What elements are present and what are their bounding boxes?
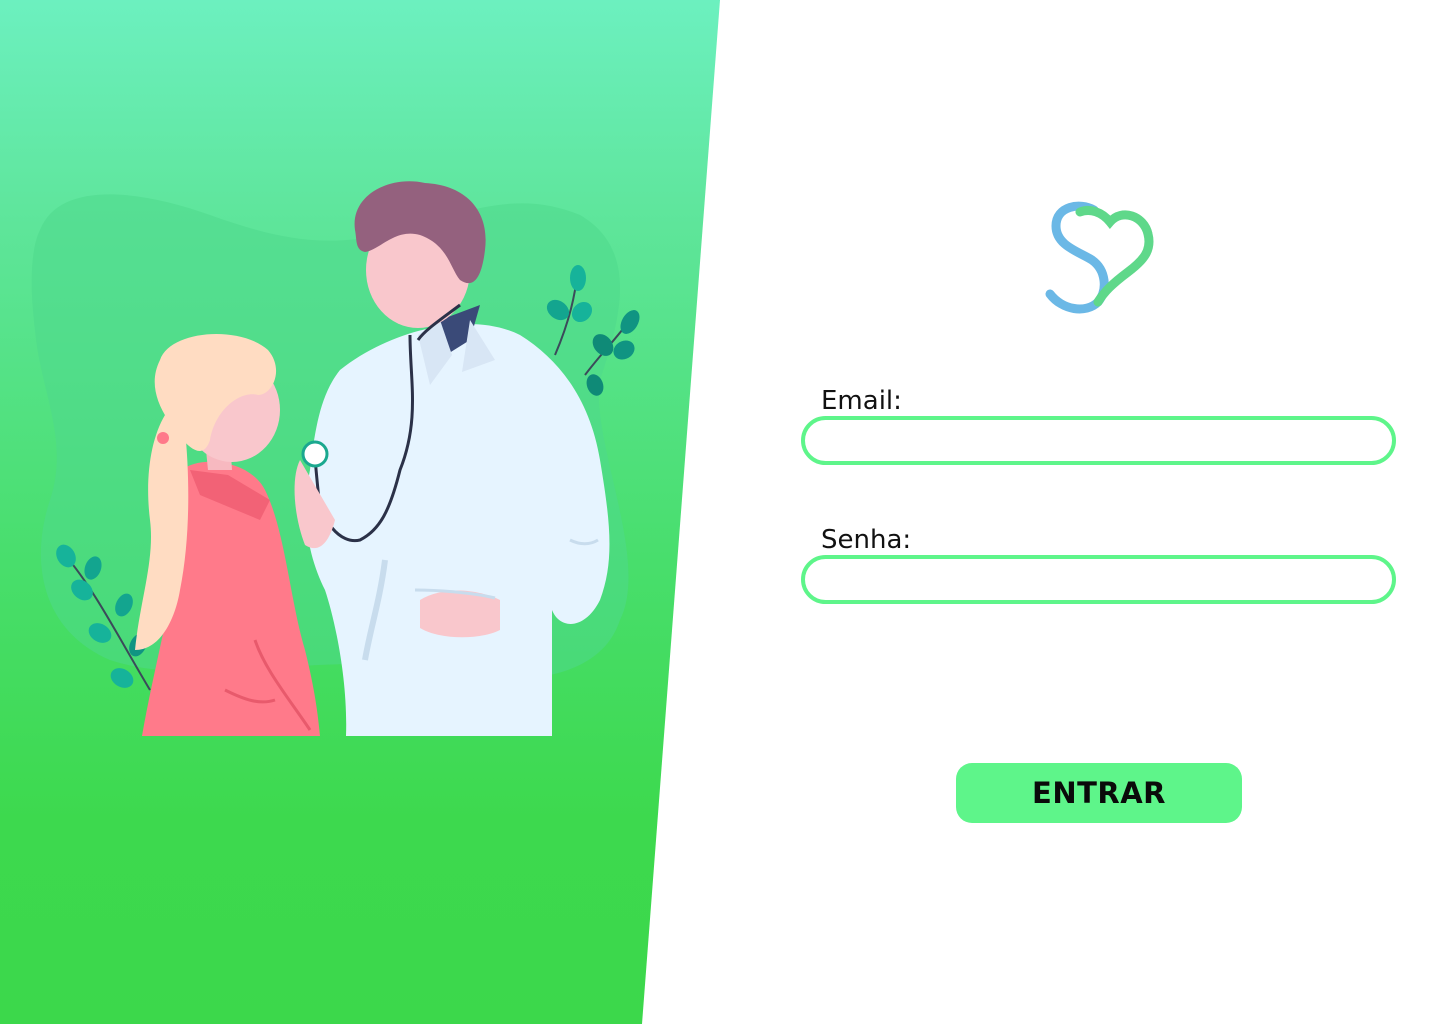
submit-button[interactable]: ENTRAR xyxy=(956,763,1242,823)
login-page: Email: Senha: ENTRAR xyxy=(0,0,1440,1024)
password-label: Senha: xyxy=(821,525,912,555)
hero-panel xyxy=(0,0,720,1024)
password-field[interactable] xyxy=(801,555,1396,604)
email-field[interactable] xyxy=(801,416,1396,465)
doctor-patient-illustration xyxy=(31,181,640,736)
email-label: Email: xyxy=(821,386,902,416)
s-heart-logo-icon xyxy=(1045,201,1154,314)
